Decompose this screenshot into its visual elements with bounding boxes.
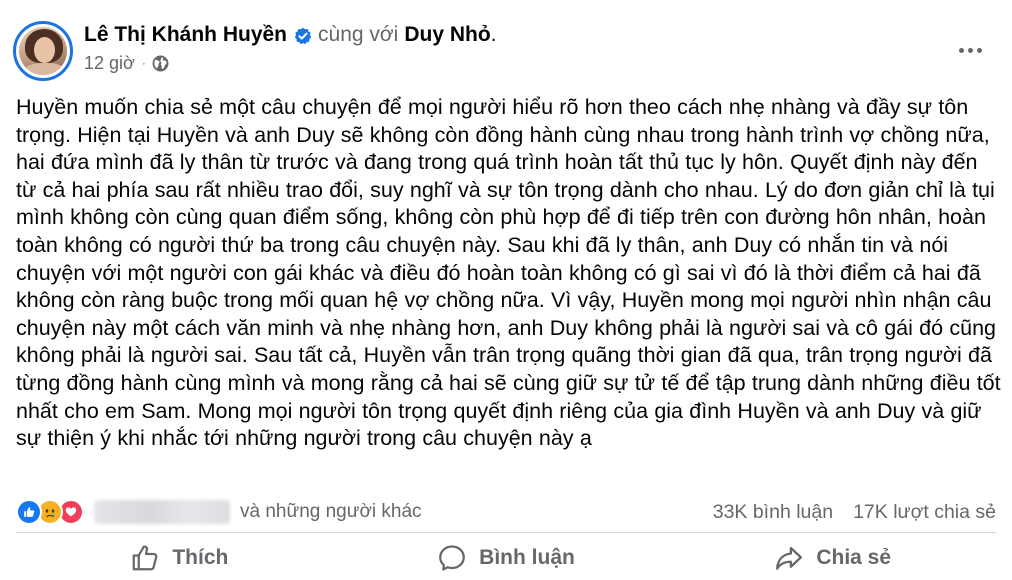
with-text: cùng với [318,23,399,46]
share-button[interactable]: Chia sẻ [669,538,996,578]
like-label: Thích [172,546,229,569]
comments-count[interactable]: 33K bình luận [713,501,833,524]
verified-badge-icon [294,26,312,45]
blurred-reactor-names [94,500,230,524]
author-name[interactable]: Lê Thị Khánh Huyền [84,22,287,48]
comment-bubble-icon [439,545,466,571]
comment-label: Bình luận [479,546,575,569]
post-body-text: Huyền muốn chia sẻ một câu chuyện để mọi… [16,95,1001,451]
actions-divider [16,532,996,533]
tagged-punctuation: . [490,23,497,46]
more-options-button[interactable] [952,32,988,68]
more-options-icon [958,47,982,53]
post-meta: 12 giờ · [84,52,169,74]
post-actions-bar: Thích Bình luận Chia sẻ [16,538,996,578]
share-arrow-icon [776,546,803,570]
comment-button[interactable]: Bình luận [343,538,670,578]
reaction-icons[interactable] [16,499,84,525]
post-header-title: Lê Thị Khánh Huyền cùng với Duy Nhỏ. [84,22,497,48]
like-reaction-icon [16,499,42,525]
avatar-photo [19,27,67,75]
reactions-summary: và những người khác 33K bình luận 17K lư… [16,497,996,527]
share-label: Chia sẻ [816,546,892,569]
engagement-counts: 33K bình luận 17K lượt chia sẻ [713,501,996,524]
globe-icon[interactable] [152,55,169,72]
reactors-others-text[interactable]: và những người khác [240,501,422,523]
author-avatar[interactable] [13,21,73,81]
shares-count[interactable]: 17K lượt chia sẻ [853,501,996,524]
thumbs-up-icon [132,545,158,571]
facebook-post: Lê Thị Khánh Huyền cùng với Duy Nhỏ. 12 … [0,0,1012,580]
tagged-person-name[interactable]: Duy Nhỏ [404,22,490,48]
meta-separator: · [141,56,146,70]
like-button[interactable]: Thích [16,538,343,578]
post-timestamp[interactable]: 12 giờ [84,53,135,74]
